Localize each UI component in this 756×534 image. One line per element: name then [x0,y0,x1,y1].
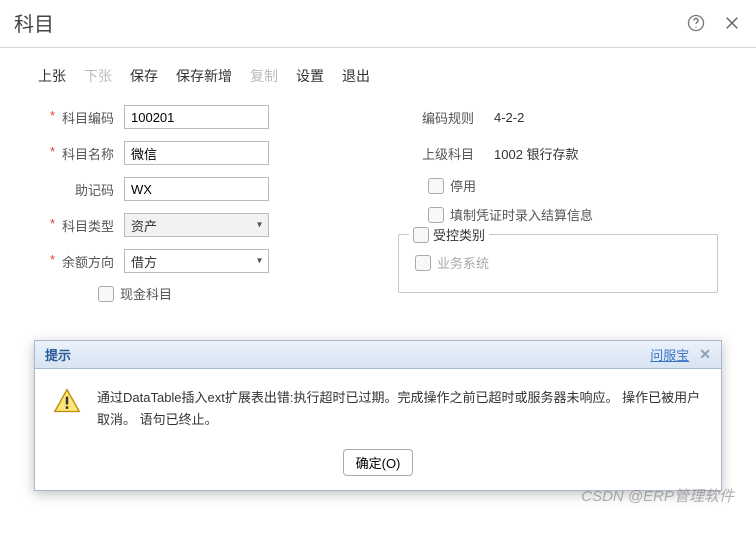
dialog-help-link[interactable]: 问服宝 [650,345,689,364]
label-settle-info: 填制凭证时录入结算信息 [450,205,593,224]
checkbox-settle-info[interactable] [428,207,444,223]
dialog-title: 提示 [45,345,71,364]
checkbox-controlled-category[interactable] [413,227,429,243]
toolbar-save[interactable]: 保存 [130,66,158,86]
fieldset-controlled: 受控类别 业务系统 [398,234,718,293]
checkbox-cash-account[interactable] [98,286,114,302]
toolbar-copy: 复制 [250,66,278,86]
checkbox-biz-system[interactable] [415,255,431,271]
select-balance-dir-value: 借方 [131,252,157,271]
select-balance-dir[interactable]: 借方 ▾ [124,249,269,273]
toolbar: 上张 下张 保存 保存新增 复制 设置 退出 [0,48,756,100]
label-cash-account: 现金科目 [120,284,172,303]
checkbox-disabled[interactable] [428,178,444,194]
dialog-alert: 提示 问服宝 ✕ 通过DataTable插入ext扩展表出错:执行超时已过期。完… [34,340,722,491]
toolbar-exit[interactable]: 退出 [342,66,370,86]
value-code-rule: 4-2-2 [484,110,524,125]
label-parent: 上级科目 [398,144,484,163]
label-disabled: 停用 [450,176,476,195]
toolbar-settings[interactable]: 设置 [296,66,324,86]
input-mnemonic[interactable] [124,177,269,201]
label-code: 科目编码 [38,108,124,127]
page-title: 科目 [14,8,54,37]
chevron-down-icon: ▾ [257,256,262,267]
dialog-close-icon[interactable]: ✕ [699,346,711,363]
select-type[interactable]: 资产 ▾ [124,213,269,237]
help-icon[interactable] [686,13,706,33]
label-name: 科目名称 [38,144,124,163]
toolbar-next: 下张 [84,66,112,86]
value-parent: 1002 银行存款 [484,144,579,163]
input-code[interactable] [124,105,269,129]
select-type-value: 资产 [131,216,157,235]
label-mnemonic: 助记码 [38,180,124,199]
legend-controlled: 受控类别 [433,225,485,244]
dialog-ok-button[interactable]: 确定(O) [343,449,414,476]
label-balance-dir: 余额方向 [38,252,124,271]
label-code-rule: 编码规则 [398,108,484,127]
close-icon[interactable] [722,13,742,33]
dialog-message: 通过DataTable插入ext扩展表出错:执行超时已过期。完成操作之前已超时或… [97,387,703,431]
chevron-down-icon: ▾ [257,220,262,231]
toolbar-save-new[interactable]: 保存新增 [176,66,232,86]
label-type: 科目类型 [38,216,124,235]
toolbar-prev[interactable]: 上张 [38,66,66,86]
input-name[interactable] [124,141,269,165]
warning-icon [53,387,81,415]
label-biz-system: 业务系统 [437,253,489,272]
